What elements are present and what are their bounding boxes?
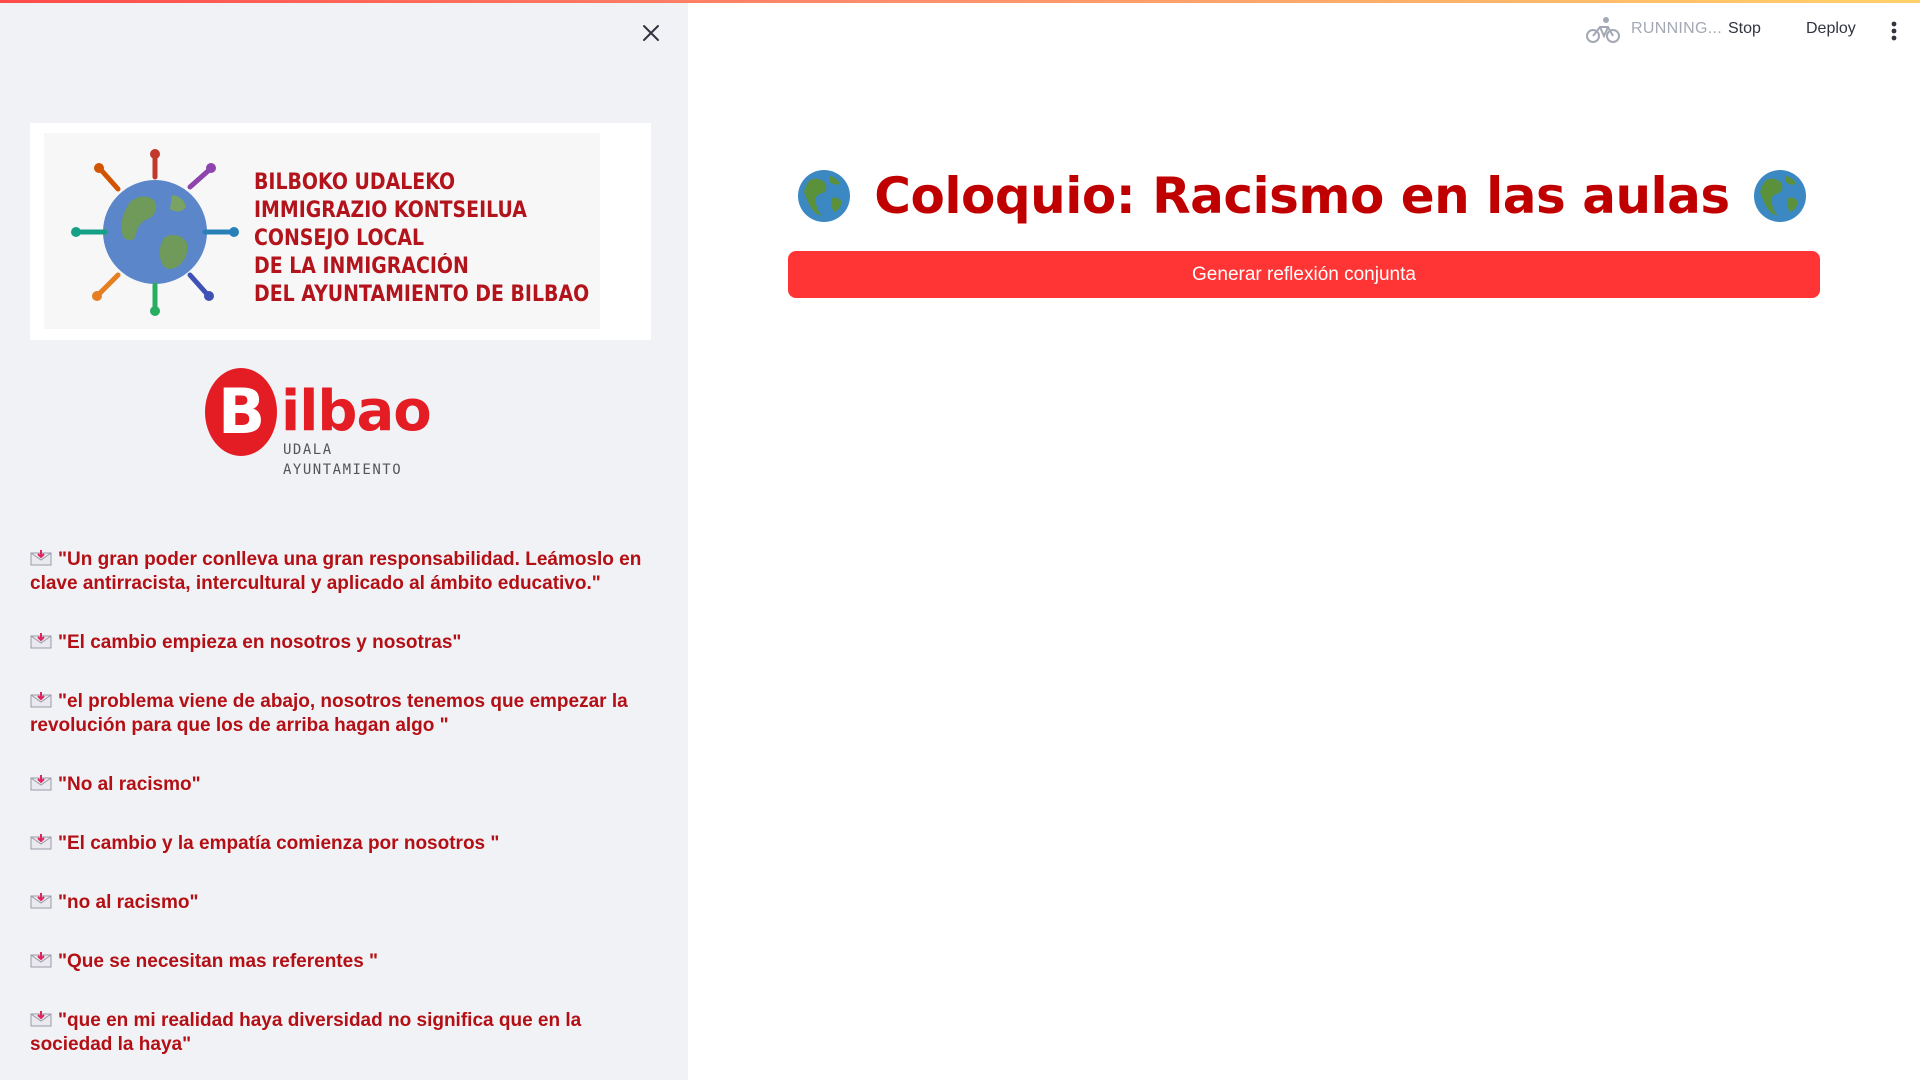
- message-text: "No al racismo": [58, 774, 201, 795]
- council-line: IMMIGRAZIO KONTSEILUA: [254, 198, 527, 223]
- council-line: DE LA INMIGRACIÓN: [254, 254, 469, 279]
- council-line: DEL AYUNTAMIENTO DE BILBAO: [254, 282, 590, 307]
- message-item: "No al racismo": [30, 773, 650, 797]
- page-title: Coloquio: Racismo en las aulas: [686, 160, 1918, 232]
- page-title-text: Coloquio: Racismo en las aulas: [874, 167, 1730, 225]
- council-name: BILBOKO UDALEKO IMMIGRAZIO KONTSEILUA CO…: [254, 169, 644, 309]
- council-line: BILBOKO UDALEKO: [254, 170, 456, 195]
- bilbao-logo-subtitle: UDALA: [283, 442, 333, 458]
- close-sidebar-button[interactable]: [636, 18, 666, 48]
- message-item: "El cambio y la empatía comienza por nos…: [30, 832, 650, 856]
- incoming-envelope-icon: [30, 952, 52, 968]
- bilbao-logo-subtitle: AYUNTAMIENTO: [283, 462, 403, 478]
- message-text: "Un gran poder conlleva una gran respons…: [30, 549, 642, 594]
- incoming-envelope-icon: [30, 893, 52, 909]
- message-text: "El cambio y la empatía comienza por nos…: [58, 833, 500, 854]
- incoming-envelope-icon: [30, 1011, 52, 1027]
- incoming-envelope-icon: [30, 633, 52, 649]
- message-text: "que en mi realidad haya diversidad no s…: [30, 1010, 582, 1055]
- incoming-envelope-icon: [30, 775, 52, 791]
- message-item: "Que se necesitan mas referentes ": [30, 950, 650, 974]
- incoming-envelope-icon: [30, 550, 52, 566]
- message-text: "Que se necesitan mas referentes ": [58, 951, 379, 972]
- globe-americas-icon: [1753, 170, 1806, 222]
- bilbao-logo-initial: B: [218, 375, 266, 448]
- message-list: "Un gran poder conlleva una gran respons…: [30, 548, 650, 1080]
- bilbao-logo-wordmark: ilbao: [281, 379, 432, 444]
- message-item: "que en mi realidad haya diversidad no s…: [30, 1009, 650, 1057]
- message-text: "el problema viene de abajo, nosotros te…: [30, 691, 628, 736]
- message-text: "no al racismo": [58, 892, 199, 913]
- message-item: "no al racismo": [30, 891, 650, 915]
- incoming-envelope-icon: [30, 692, 52, 708]
- top-progress-bar: [0, 0, 1920, 3]
- sidebar: BILBOKO UDALEKO IMMIGRAZIO KONTSEILUA CO…: [0, 0, 688, 1080]
- message-item: "El cambio empieza en nosotros y nosotra…: [30, 631, 650, 655]
- globe-with-people-icon: [71, 149, 239, 316]
- message-item: "Un gran poder conlleva una gran respons…: [30, 548, 650, 596]
- council-logo: BILBOKO UDALEKO IMMIGRAZIO KONTSEILUA CO…: [30, 123, 651, 340]
- main-content: Coloquio: Racismo en las aulas Generar r…: [688, 0, 1920, 1080]
- globe-americas-icon: [798, 170, 851, 222]
- message-text: "El cambio empieza en nosotros y nosotra…: [58, 632, 462, 653]
- generate-reflection-button[interactable]: Generar reflexión conjunta: [788, 251, 1820, 298]
- close-icon: [643, 25, 659, 41]
- message-item: "el problema viene de abajo, nosotros te…: [30, 690, 650, 738]
- council-logo-image: BILBOKO UDALEKO IMMIGRAZIO KONTSEILUA CO…: [44, 133, 600, 329]
- council-line: CONSEJO LOCAL: [254, 226, 425, 251]
- incoming-envelope-icon: [30, 834, 52, 850]
- bilbao-city-logo: B ilbao UDALA AYUNTAMIENTO: [205, 368, 432, 483]
